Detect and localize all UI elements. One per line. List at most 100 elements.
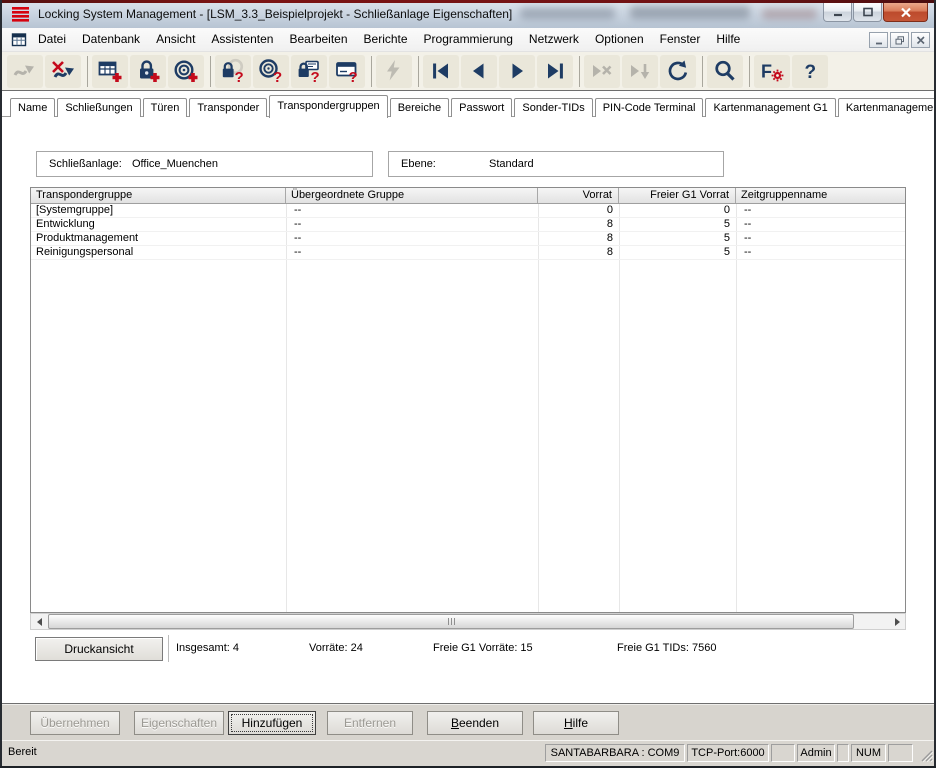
table-header: Transpondergruppe Übergeordnete Gruppe V… xyxy=(31,188,905,204)
summary-total: Insgesamt: 4 xyxy=(176,642,239,654)
tab-transpondergruppen[interactable]: Transpondergruppen xyxy=(269,95,387,118)
summary-free-tids: Freie G1 TIDs: 7560 xyxy=(617,642,716,654)
new-transponder-button[interactable] xyxy=(168,55,204,88)
table-row[interactable]: [Systemgruppe] -- 0 0 -- xyxy=(31,204,905,218)
window-title: Locking System Management - [LSM_3.3_Bei… xyxy=(38,7,512,21)
read-terminal-button[interactable]: ? xyxy=(329,55,365,88)
minimize-button[interactable] xyxy=(823,3,852,22)
level-label: Ebene: xyxy=(401,158,436,170)
scroll-left-button[interactable] xyxy=(31,614,47,629)
mdi-close-button[interactable] xyxy=(911,32,930,48)
scroll-right-button[interactable] xyxy=(889,614,905,629)
new-lock-icon xyxy=(135,58,161,84)
table-row[interactable]: Produktmanagement -- 8 5 -- xyxy=(31,232,905,246)
cell-zeitgruppenname: -- xyxy=(736,218,905,231)
tab-name[interactable]: Name xyxy=(10,98,55,117)
print-view-button[interactable]: Druckansicht xyxy=(35,637,163,661)
mdi-minimize-button[interactable] xyxy=(869,32,888,48)
tab-tueren[interactable]: Türen xyxy=(143,98,188,117)
column-header-transpondergruppe[interactable]: Transpondergruppe xyxy=(31,188,286,203)
disconnect-button[interactable] xyxy=(45,55,81,88)
tab-transponder[interactable]: Transponder xyxy=(189,98,267,117)
read-transponder-button[interactable]: ? xyxy=(253,55,289,88)
tab-pin-code-terminal[interactable]: PIN-Code Terminal xyxy=(595,98,704,117)
status-empty-panel xyxy=(771,744,795,762)
tab-page: Name Schließungen Türen Transponder Tran… xyxy=(0,91,936,703)
scroll-right-icon xyxy=(895,618,900,626)
menu-assistenten[interactable]: Assistenten xyxy=(203,28,281,52)
menu-ansicht[interactable]: Ansicht xyxy=(148,28,203,52)
next-record-button[interactable] xyxy=(499,55,535,88)
search-button[interactable] xyxy=(707,55,743,88)
tab-bereiche[interactable]: Bereiche xyxy=(390,98,449,117)
commit-record-icon xyxy=(627,58,653,84)
locking-system-value: Office_Muenchen xyxy=(132,158,218,170)
flash-program-icon xyxy=(381,58,407,84)
help-button[interactable]: ? xyxy=(792,55,828,88)
close-button[interactable] xyxy=(883,3,928,22)
menu-hilfe[interactable]: Hilfe xyxy=(708,28,748,52)
cell-zeitgruppenname: -- xyxy=(736,204,905,217)
cell-parent-group: -- xyxy=(286,246,538,259)
first-record-button[interactable] xyxy=(423,55,459,88)
cell-freier-g1-vorrat: 5 xyxy=(619,246,736,259)
filter-settings-button[interactable]: F xyxy=(754,55,790,88)
read-lock-network-button[interactable]: ? xyxy=(291,55,327,88)
column-header-zeitgruppenname[interactable]: Zeitgruppenname xyxy=(736,188,905,203)
tab-kartenmanagement-g2[interactable]: Kartenmanagement G2 xyxy=(838,98,936,117)
menu-datei[interactable]: Datei xyxy=(30,28,74,52)
menu-berichte[interactable]: Berichte xyxy=(356,28,416,52)
cell-zeitgruppenname: -- xyxy=(736,232,905,245)
last-record-button[interactable] xyxy=(537,55,573,88)
status-user-panel: Admin xyxy=(797,744,835,762)
mdi-restore-button[interactable] xyxy=(890,32,909,48)
previous-record-icon xyxy=(466,58,492,84)
add-button[interactable]: Hinzufügen xyxy=(228,711,316,735)
quit-button[interactable]: Beenden xyxy=(427,711,523,735)
menu-netzwerk[interactable]: Netzwerk xyxy=(521,28,587,52)
tab-passwort[interactable]: Passwort xyxy=(451,98,512,117)
resize-grip[interactable] xyxy=(920,749,933,765)
tab-sonder-tids[interactable]: Sonder-TIDs xyxy=(514,98,592,117)
horizontal-scrollbar[interactable] xyxy=(30,613,906,630)
toolbar-separator xyxy=(749,56,750,87)
maximize-button[interactable] xyxy=(853,3,882,22)
status-tcp-panel: TCP-Port:6000 xyxy=(687,744,769,762)
summary-free-g1: Freie G1 Vorräte: 15 xyxy=(433,642,533,654)
read-transponder-icon: ? xyxy=(258,58,284,84)
menu-bearbeiten[interactable]: Bearbeiten xyxy=(281,28,355,52)
table-row[interactable]: Reinigungspersonal -- 8 5 -- xyxy=(31,246,905,260)
remove-button: Entfernen xyxy=(327,711,413,735)
title-bar: Locking System Management - [LSM_3.3_Bei… xyxy=(0,0,936,28)
read-lock-button[interactable]: ? xyxy=(215,55,251,88)
help-dialog-button[interactable]: Hilfe xyxy=(533,711,619,735)
menu-datenbank[interactable]: Datenbank xyxy=(74,28,148,52)
menu-fenster[interactable]: Fenster xyxy=(652,28,709,52)
svg-text:?: ? xyxy=(349,69,358,84)
grid-line xyxy=(619,204,620,612)
cell-vorrat: 0 xyxy=(538,204,619,217)
cell-vorrat: 8 xyxy=(538,246,619,259)
tab-kartenmanagement-g1[interactable]: Kartenmanagement G1 xyxy=(705,98,835,117)
new-lock-button[interactable] xyxy=(130,55,166,88)
cell-vorrat: 8 xyxy=(538,232,619,245)
commit-record-button xyxy=(622,55,658,88)
cell-group-name: Entwicklung xyxy=(31,218,286,231)
status-server-panel: SANTABARBARA : COM9 xyxy=(545,744,685,762)
column-header-vorrat[interactable]: Vorrat xyxy=(538,188,619,203)
table-row[interactable]: Entwicklung -- 8 5 -- xyxy=(31,218,905,232)
cell-freier-g1-vorrat: 5 xyxy=(619,232,736,245)
tab-schliessungen[interactable]: Schließungen xyxy=(57,98,140,117)
scrollbar-thumb[interactable] xyxy=(48,614,854,629)
mdi-document-icon xyxy=(11,32,27,53)
filter-settings-icon: F xyxy=(759,58,785,84)
menu-optionen[interactable]: Optionen xyxy=(587,28,652,52)
menu-programmierung[interactable]: Programmierung xyxy=(416,28,521,52)
column-header-freier-g1-vorrat[interactable]: Freier G1 Vorrat xyxy=(619,188,736,203)
prev-record-button[interactable] xyxy=(461,55,497,88)
svg-text:?: ? xyxy=(805,62,817,83)
column-header-uebergeordnete-gruppe[interactable]: Übergeordnete Gruppe xyxy=(286,188,538,203)
new-locking-system-button[interactable] xyxy=(92,55,128,88)
refresh-button[interactable] xyxy=(660,55,696,88)
toolbar-separator xyxy=(87,56,88,87)
